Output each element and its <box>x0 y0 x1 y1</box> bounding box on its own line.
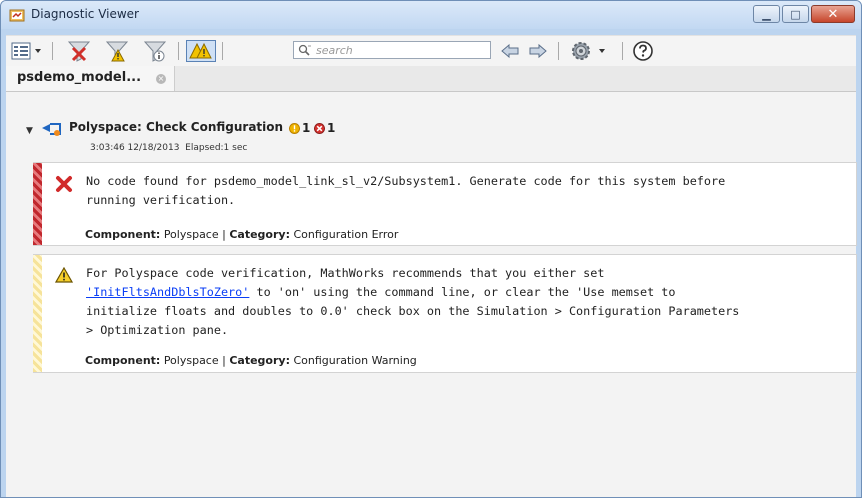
window-controls: ▁ □ ✕ <box>753 5 855 23</box>
category-value: Configuration Error <box>293 228 399 241</box>
toolbar-separator <box>52 42 53 60</box>
toolbar-separator <box>178 42 179 60</box>
error-count-icon <box>314 123 325 134</box>
settings-button[interactable] <box>566 40 614 62</box>
toolbar-separator <box>622 42 623 60</box>
filter-info-button[interactable] <box>138 40 172 62</box>
error-message-card: No code found for psdemo_model_link_sl_v… <box>33 162 857 246</box>
diagnostic-timestamp: 3:03:46 12/18/2013 <box>90 143 180 153</box>
error-message-footer: Component: Polyspace | Category: Configu… <box>85 228 399 241</box>
help-button[interactable] <box>630 40 656 62</box>
clear-filter-icon <box>67 41 91 62</box>
show-warnings-icon <box>189 42 212 59</box>
warning-text-before: For Polyspace code verification, MathWor… <box>86 266 605 280</box>
category-label: Category: <box>229 354 290 367</box>
search-icon <box>298 44 311 56</box>
diagnostic-group-header[interactable]: ▼ Polyspace: Check Configuration 1 1 3:0… <box>6 92 856 153</box>
tab-label: psdemo_model... <box>17 70 142 85</box>
diagnostic-elapsed: Elapsed:1 sec <box>185 143 248 153</box>
tab-bar: psdemo_model... × <box>6 66 856 92</box>
minimize-icon: ▁ <box>762 7 771 21</box>
minimize-button[interactable]: ▁ <box>753 5 780 23</box>
search-box[interactable] <box>293 41 491 59</box>
toolbar <box>6 35 856 66</box>
show-warnings-button[interactable] <box>186 40 216 62</box>
error-message-text: No code found for psdemo_model_link_sl_v… <box>86 174 726 207</box>
category-label: Category: <box>229 228 290 241</box>
maximize-icon: □ <box>790 7 801 21</box>
back-button[interactable] <box>498 40 522 62</box>
component-label: Component: <box>85 228 161 241</box>
window-title: Diagnostic Viewer <box>31 7 139 21</box>
back-arrow-icon <box>501 43 519 59</box>
title-bar[interactable]: Diagnostic Viewer ▁ □ ✕ <box>1 1 861 29</box>
help-icon <box>633 41 653 61</box>
collapse-arrow-icon[interactable]: ▼ <box>26 126 33 136</box>
close-icon: ✕ <box>827 6 839 22</box>
settings-gear-icon <box>572 42 605 60</box>
diagnostic-title: Polyspace: Check Configuration <box>69 120 284 134</box>
tab-close-icon[interactable]: × <box>156 74 166 84</box>
search-input[interactable] <box>316 43 486 57</box>
warning-severity-stripe <box>33 255 42 372</box>
view-menu-icon <box>11 42 41 60</box>
component-label: Component: <box>85 354 161 367</box>
forward-button[interactable] <box>526 40 550 62</box>
init-flts-link[interactable]: 'InitFltsAndDblsToZero' <box>86 285 249 299</box>
warning-icon <box>55 267 73 283</box>
component-value: Polyspace <box>163 228 219 241</box>
warning-message-footer: Component: Polyspace | Category: Configu… <box>85 354 417 367</box>
close-window-button[interactable]: ✕ <box>811 5 855 23</box>
toolbar-separator <box>222 42 223 60</box>
clear-filters-button[interactable] <box>62 40 96 62</box>
diagnostic-meta: 3:03:46 12/18/2013 Elapsed:1 sec <box>90 143 247 153</box>
diagnostic-viewer-window: Diagnostic Viewer ▁ □ ✕ search psdemo_mo… <box>0 0 862 498</box>
toolbar-separator <box>558 42 559 60</box>
category-value: Configuration Warning <box>293 354 417 367</box>
polyspace-icon <box>42 123 61 136</box>
app-icon <box>9 9 25 22</box>
error-severity-stripe <box>33 163 42 245</box>
filter-errors-icon <box>105 41 129 62</box>
forward-arrow-icon <box>529 43 547 59</box>
warning-message-text: For Polyspace code verification, MathWor… <box>86 264 856 340</box>
component-value: Polyspace <box>163 354 219 367</box>
filter-errors-button[interactable] <box>100 40 134 62</box>
error-icon <box>56 176 72 192</box>
error-count: 1 <box>327 121 336 135</box>
filter-info-icon <box>143 41 167 62</box>
tab-psdemo-model[interactable]: psdemo_model... × <box>6 66 175 91</box>
warning-message-card: For Polyspace code verification, MathWor… <box>33 254 857 373</box>
warning-count-icon <box>289 123 300 134</box>
view-menu-button[interactable] <box>10 40 46 62</box>
warning-count: 1 <box>302 121 311 135</box>
maximize-button[interactable]: □ <box>782 5 809 23</box>
